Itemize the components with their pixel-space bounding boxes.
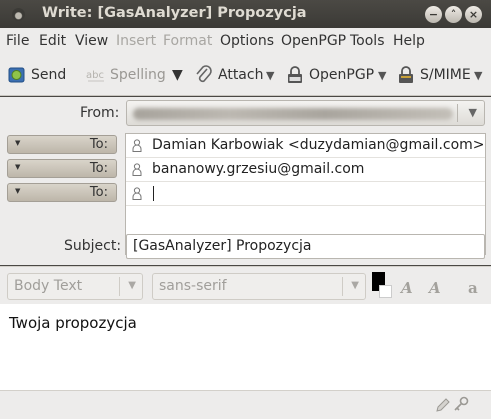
- chevron-down-icon: ▼: [15, 139, 21, 147]
- increase-font-size-icon[interactable]: A: [429, 279, 441, 297]
- attach-label: Attach: [218, 67, 264, 83]
- chevron-down-icon: ▼: [378, 68, 387, 82]
- chevron-down-icon: ▼: [266, 68, 275, 82]
- lock-icon: [396, 65, 416, 85]
- chevron-down-icon: ▼: [474, 68, 483, 82]
- message-body-text[interactable]: Twoja propozycja: [9, 314, 137, 332]
- contact-icon: [132, 187, 142, 200]
- send-icon: [7, 65, 27, 85]
- from-label: From:: [80, 105, 120, 121]
- svg-text:abc: abc: [86, 70, 104, 81]
- combo-separator: [342, 277, 343, 296]
- menu-help[interactable]: Help: [393, 33, 425, 49]
- decrease-font-size-icon[interactable]: A: [401, 279, 413, 297]
- menu-bar: File Edit View Insert Format Options Ope…: [0, 28, 491, 54]
- subject-field[interactable]: [GasAnalyzer] Propozycja: [126, 234, 485, 259]
- spelling-dropdown[interactable]: ▼: [172, 63, 183, 87]
- format-toolbar: Body Text ▼ sans-serif ▼: [0, 266, 491, 304]
- contact-icon: [132, 139, 142, 152]
- menu-format[interactable]: Format: [163, 33, 212, 49]
- key-icon[interactable]: [452, 396, 470, 414]
- openpgp-label: OpenPGP: [309, 67, 375, 83]
- chevron-down-icon: ▼: [15, 163, 21, 171]
- title-bar: Write: [GasAnalyzer] Propozycja − ˄ ×: [0, 0, 491, 28]
- paragraph-style-value: Body Text: [14, 278, 83, 294]
- window-menu-icon[interactable]: [12, 8, 25, 21]
- smime-button[interactable]: S/MIME: [396, 63, 471, 87]
- from-identity-redacted: [133, 108, 453, 120]
- contact-icon: [132, 163, 142, 176]
- window-title: Write: [GasAnalyzer] Propozycja: [42, 5, 307, 21]
- menu-view[interactable]: View: [75, 33, 108, 49]
- maximize-icon[interactable]: ˄: [445, 6, 462, 23]
- recipient-row[interactable]: Damian Karbowiak <duzydamian@gmail.com>: [126, 134, 485, 158]
- chevron-down-icon: ▼: [468, 106, 477, 119]
- status-bar: [0, 390, 491, 419]
- combo-separator: [119, 277, 120, 296]
- openpgp-button[interactable]: OpenPGP: [285, 63, 374, 87]
- font-family-select[interactable]: sans-serif ▼: [152, 273, 366, 300]
- minimize-icon[interactable]: −: [425, 6, 442, 23]
- bold-icon[interactable]: a: [468, 279, 478, 297]
- recipient-type-label: To:: [89, 161, 108, 176]
- smime-dropdown[interactable]: ▼: [474, 63, 482, 87]
- openpgp-dropdown[interactable]: ▼: [378, 63, 386, 87]
- menu-edit[interactable]: Edit: [39, 33, 66, 49]
- chevron-down-icon: ▼: [351, 280, 359, 291]
- text-color-button[interactable]: [372, 272, 392, 298]
- menu-openpgp[interactable]: OpenPGP: [281, 33, 346, 49]
- menu-tools[interactable]: Tools: [350, 33, 385, 49]
- smime-label: S/MIME: [420, 67, 471, 83]
- recipient-type-button-1[interactable]: ▼ To:: [7, 135, 117, 154]
- compose-toolbar: Send abc Spelling ▼ Attach ▼ OpenPGP ▼ S…: [0, 54, 491, 96]
- recipient-type-button-3[interactable]: ▼ To:: [7, 183, 117, 202]
- subject-label: Subject:: [64, 238, 122, 254]
- message-body-editor[interactable]: Twoja propozycja: [0, 304, 491, 390]
- from-select[interactable]: ▼: [126, 100, 485, 126]
- chevron-down-icon: ▼: [172, 67, 183, 83]
- send-label: Send: [31, 67, 67, 83]
- close-icon[interactable]: ×: [465, 6, 482, 23]
- chevron-down-icon: ▼: [128, 280, 136, 291]
- text-cursor: [153, 186, 154, 201]
- recipient-type-label: To:: [89, 137, 108, 152]
- pgp-lock-icon: [285, 65, 305, 85]
- background-color-swatch: [379, 285, 392, 298]
- chevron-down-icon: ▼: [15, 187, 21, 195]
- menu-insert[interactable]: Insert: [116, 33, 156, 49]
- menu-options[interactable]: Options: [220, 33, 274, 49]
- combo-separator: [457, 104, 458, 122]
- recipient-address[interactable]: bananowy.grzesiu@gmail.com: [152, 161, 364, 177]
- spelling-button[interactable]: abc Spelling: [86, 63, 166, 87]
- pencil-icon[interactable]: [434, 396, 452, 414]
- attach-dropdown[interactable]: ▼: [266, 63, 274, 87]
- paragraph-style-select[interactable]: Body Text ▼: [7, 273, 143, 300]
- message-header: From: ▼ ▼ To: ▼ To: ▼ To: Damian Karbowi…: [0, 97, 491, 265]
- recipient-address[interactable]: Damian Karbowiak <duzydamian@gmail.com>: [152, 137, 485, 153]
- recipient-row[interactable]: bananowy.grzesiu@gmail.com: [126, 158, 485, 182]
- attach-button[interactable]: Attach: [194, 63, 263, 87]
- font-family-value: sans-serif: [159, 278, 227, 294]
- recipient-type-button-2[interactable]: ▼ To:: [7, 159, 117, 178]
- recipient-type-label: To:: [89, 185, 108, 200]
- menu-file[interactable]: File: [6, 33, 29, 49]
- send-button[interactable]: Send: [7, 63, 66, 87]
- paperclip-icon: [194, 65, 214, 85]
- spellcheck-icon: abc: [86, 65, 106, 85]
- spelling-label: Spelling: [110, 67, 166, 83]
- recipient-row[interactable]: [126, 182, 485, 206]
